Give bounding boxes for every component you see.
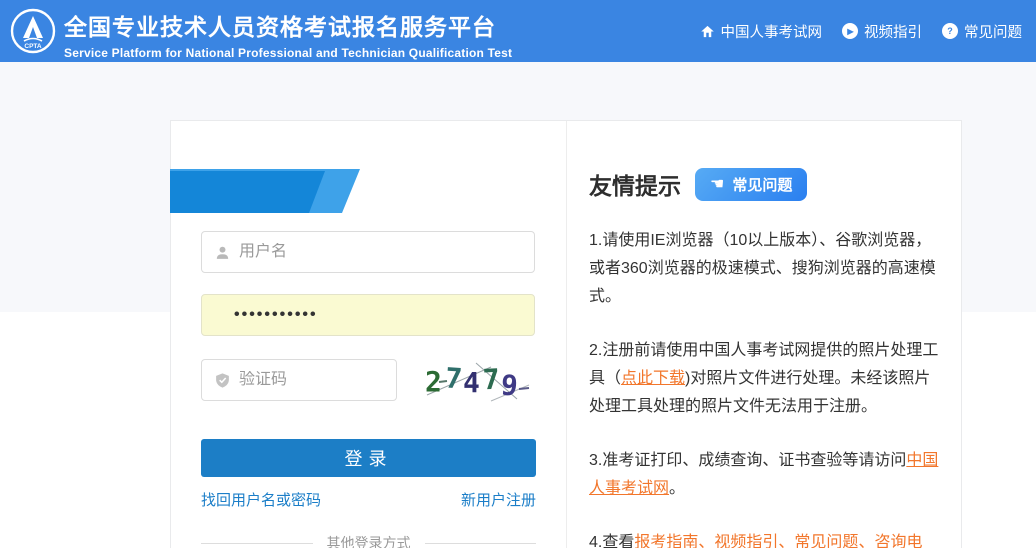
tip-item-2: 2.注册前请使用中国人事考试网提供的照片处理工具（点此下载)对照片文件进行处理。… <box>589 337 941 421</box>
nav-link-label: 视频指引 <box>864 21 922 42</box>
site-subtitle: Service Platform for National Profession… <box>64 46 512 60</box>
captcha-image[interactable]: 2 7 4 7 9 <box>421 355 533 405</box>
pointing-finger-icon: ☚ <box>710 174 724 194</box>
tips-title: 友情提示 <box>589 167 681 201</box>
username-field[interactable] <box>201 231 535 273</box>
register-link[interactable]: 新用户注册 <box>461 489 536 510</box>
divider-line <box>201 543 313 544</box>
cpta-logo-icon: CPTA <box>9 7 57 55</box>
panel-divider <box>566 121 567 548</box>
top-header-bar: CPTA 全国专业技术人员资格考试报名服务平台 Service Platform… <box>0 0 1036 62</box>
nav-link-video-guide[interactable]: ▶ 视频指引 <box>842 21 922 42</box>
tip-item-1: 1.请使用IE浏览器（10以上版本）、谷歌浏览器，或者360浏览器的极速模式、搜… <box>589 227 941 311</box>
tip-text: 1.请使用IE浏览器（10以上版本）、谷歌浏览器，或者360浏览器的极速模式、搜… <box>589 232 936 305</box>
tip-separator: 、 <box>698 534 714 548</box>
video-guide-link[interactable]: 视频指引 <box>714 534 778 548</box>
other-login-divider: 其他登录方式 <box>201 533 536 548</box>
tip-separator: 、 <box>778 534 794 548</box>
play-icon: ▶ <box>842 23 858 39</box>
exam-guide-link[interactable]: 报考指南 <box>634 534 698 548</box>
other-login-label: 其他登录方式 <box>313 533 425 548</box>
faq-button-label: 常见问题 <box>732 174 792 195</box>
faq-link[interactable]: 常见问题 <box>794 534 858 548</box>
header-nav: 中国人事考试网 ▶ 视频指引 ? 常见问题 <box>700 0 1023 62</box>
captcha-digit: 7 <box>444 361 463 395</box>
captcha-input[interactable] <box>239 371 396 389</box>
main-card: 考生登录 <box>170 120 962 548</box>
divider-line <box>425 543 537 544</box>
tips-list: 1.请使用IE浏览器（10以上版本）、谷歌浏览器，或者360浏览器的极速模式、搜… <box>589 227 941 548</box>
captcha-digit: 4 <box>463 366 480 399</box>
faq-button[interactable]: ☚ 常见问题 <box>695 168 807 201</box>
download-photo-tool-link[interactable]: 点此下载 <box>621 370 685 387</box>
captcha-digit: 7 <box>482 363 501 397</box>
username-input[interactable] <box>239 243 534 261</box>
home-icon <box>700 24 715 39</box>
tip-text: 。 <box>669 480 685 497</box>
page-root: CPTA 全国专业技术人员资格考试报名服务平台 Service Platform… <box>0 0 1036 548</box>
tips-header: 友情提示 ☚ 常见问题 <box>589 167 807 201</box>
nav-link-label: 中国人事考试网 <box>721 21 823 42</box>
login-button[interactable]: 登录 <box>201 439 536 477</box>
captcha-digit: 9 <box>500 368 520 402</box>
tip-text: 4.查看 <box>589 534 634 548</box>
question-icon: ? <box>942 23 958 39</box>
user-icon <box>214 244 231 261</box>
nav-link-faq[interactable]: ? 常见问题 <box>942 21 1022 42</box>
shield-check-icon <box>214 372 231 389</box>
password-field[interactable] <box>201 294 535 336</box>
captcha-field[interactable] <box>201 359 397 401</box>
tip-item-4: 4.查看报考指南、视频指引、常见问题、咨询电话。 <box>589 529 941 548</box>
password-input[interactable] <box>234 306 534 324</box>
forgot-credentials-link[interactable]: 找回用户名或密码 <box>201 489 321 510</box>
tip-separator: 、 <box>858 534 874 548</box>
login-links-row: 找回用户名或密码 新用户注册 <box>201 489 536 510</box>
nav-link-cpta-site[interactable]: 中国人事考试网 <box>700 21 823 42</box>
site-title-block: 全国专业技术人员资格考试报名服务平台 Service Platform for … <box>64 8 512 60</box>
tip-item-3: 3.准考证打印、成绩查询、证书查验等请访问中国人事考试网。 <box>589 447 941 503</box>
site-title: 全国专业技术人员资格考试报名服务平台 <box>64 8 512 42</box>
login-panel-title: 考生登录 <box>199 130 295 160</box>
login-panel-ribbon <box>170 169 370 213</box>
tip-text: 3.准考证打印、成绩查询、证书查验等请访问 <box>589 452 906 469</box>
nav-link-label: 常见问题 <box>964 21 1022 42</box>
logo-text: CPTA <box>24 43 42 50</box>
